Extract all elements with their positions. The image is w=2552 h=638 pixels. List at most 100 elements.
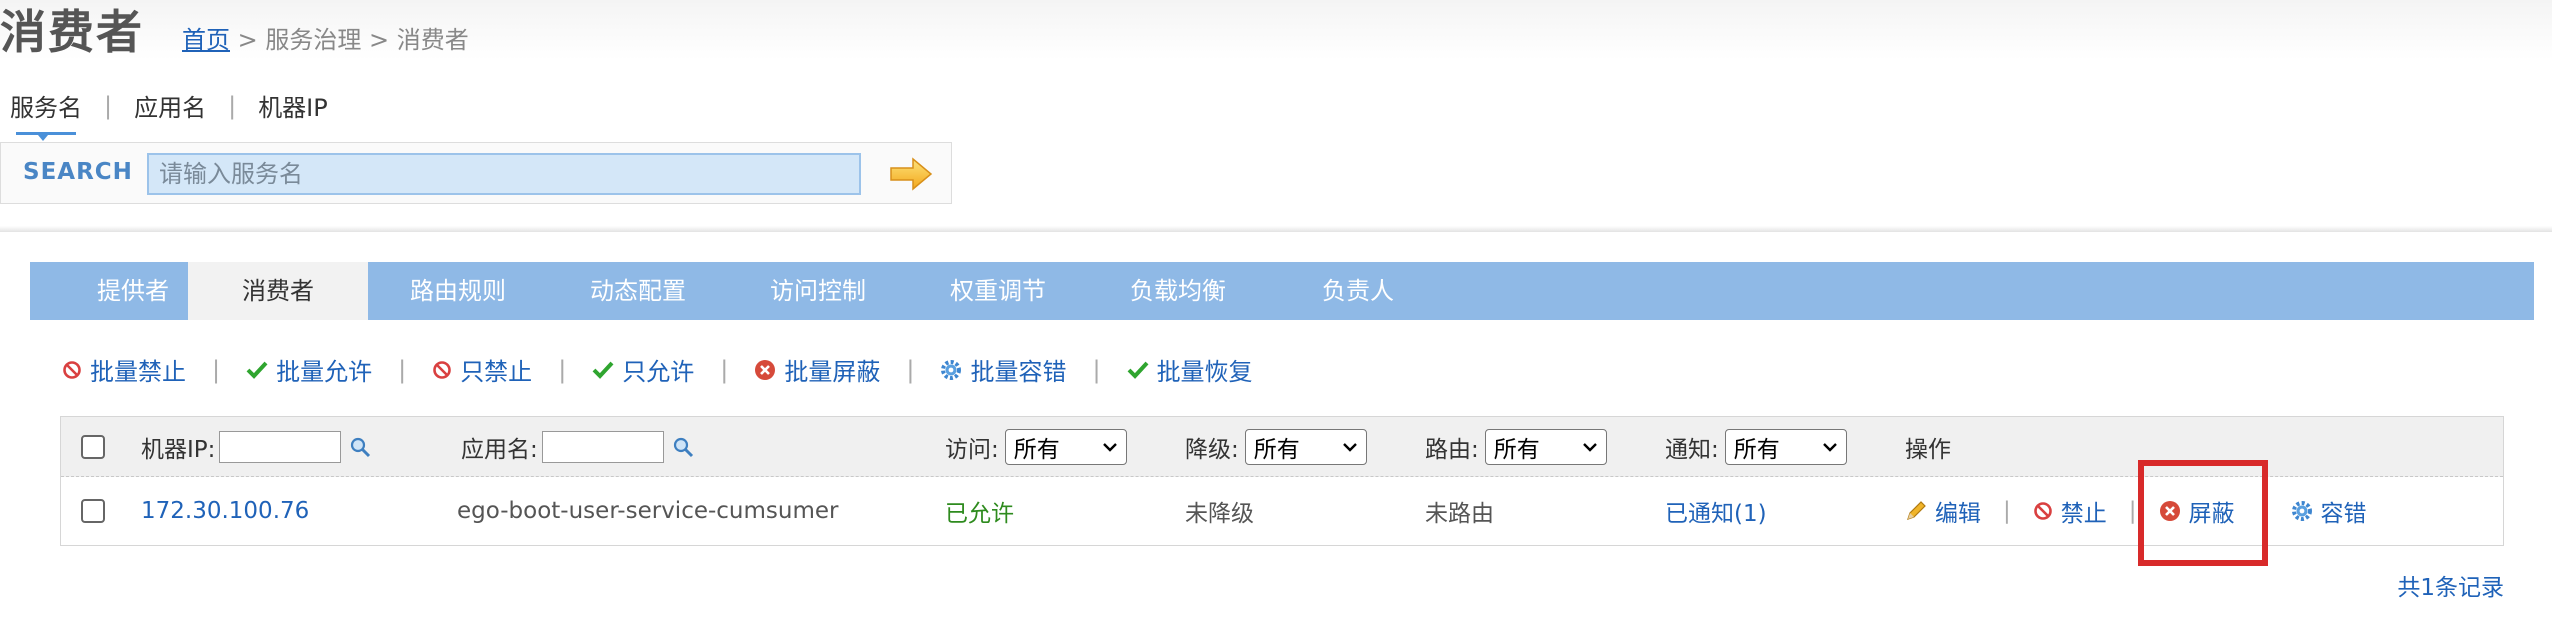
batch-recover-button[interactable]: 批量恢复 bbox=[1127, 352, 1253, 387]
page-title: 消费者 bbox=[0, 5, 144, 59]
edit-label: 编辑 bbox=[1935, 501, 1981, 527]
notify-link[interactable]: 已通知(1) bbox=[1665, 494, 1767, 528]
batch-allow-button[interactable]: 批量允许 bbox=[246, 352, 372, 387]
forbid-icon bbox=[62, 360, 82, 380]
tab-owners[interactable]: 负责人 bbox=[1268, 262, 1448, 320]
governance-tab-bar: 提供者 消费者 路由规则 动态配置 访问控制 权重调节 负载均衡 负责人 bbox=[30, 262, 2534, 320]
breadcrumb-path: > 服务治理 > 消费者 bbox=[230, 26, 469, 54]
app-filter-cell: 应用名: bbox=[461, 417, 694, 476]
ops-divider: | bbox=[2128, 498, 2137, 524]
ops-header-cell: 操作 bbox=[1905, 417, 1951, 476]
toolbar-divider: | bbox=[720, 355, 729, 384]
row-ops-cell: 编辑 | 禁止 | 屏蔽 容错 bbox=[1905, 477, 2367, 545]
access-filter-value: 所有 bbox=[1013, 436, 1060, 463]
search-type-tabs: 服务名 | 应用名 | 机器IP bbox=[10, 88, 328, 141]
ip-filter-cell: 机器IP: bbox=[141, 417, 371, 476]
consumer-panel: 提供者 消费者 路由规则 动态配置 访问控制 权重调节 负载均衡 负责人 批量禁… bbox=[30, 262, 2534, 626]
row-degrade-cell: 未降级 bbox=[1185, 477, 1254, 545]
shield-button[interactable]: 屏蔽 bbox=[2159, 494, 2235, 528]
table-header: 机器IP: 应用名: 访问: 所有 降级: 所有 路由: 所有 通知: 所有 操… bbox=[61, 417, 2503, 477]
access-filter-select[interactable]: 所有 bbox=[1004, 428, 1127, 465]
row-access-cell: 已允许 bbox=[945, 477, 1014, 545]
consumer-content: 批量禁止 | 批量允许 | 只禁止 | 只允许 | 批量屏蔽 | 批量容错 | … bbox=[30, 320, 2534, 626]
check-icon bbox=[592, 360, 614, 380]
gear-icon bbox=[940, 359, 962, 381]
app-filter-input[interactable] bbox=[541, 430, 664, 463]
only-allow-label: 只允许 bbox=[622, 358, 695, 386]
degrade-filter-cell: 降级: 所有 bbox=[1185, 417, 1367, 476]
tolerate-label: 容错 bbox=[2320, 501, 2367, 527]
forbid-label: 禁止 bbox=[2060, 501, 2107, 527]
row-route-cell: 未路由 bbox=[1425, 477, 1494, 545]
route-header-label: 路由: bbox=[1425, 436, 1479, 463]
ops-divider: | bbox=[2003, 498, 2011, 524]
notify-filter-value: 所有 bbox=[1733, 436, 1780, 463]
search-icon[interactable] bbox=[672, 436, 694, 458]
toolbar-divider: | bbox=[398, 355, 407, 384]
notify-filter-cell: 通知: 所有 bbox=[1665, 417, 1847, 476]
row-select-cell bbox=[81, 477, 105, 545]
only-forbid-label: 只禁止 bbox=[460, 358, 533, 386]
only-allow-button[interactable]: 只允许 bbox=[592, 352, 694, 387]
degrade-filter-select[interactable]: 所有 bbox=[1244, 428, 1367, 465]
ops-header-label: 操作 bbox=[1905, 436, 1951, 463]
pencil-icon bbox=[1905, 500, 1927, 522]
degrade-header-label: 降级: bbox=[1185, 436, 1239, 463]
check-icon bbox=[1127, 360, 1149, 380]
chevron-down-icon bbox=[1582, 442, 1597, 452]
search-tab-service[interactable]: 服务名 bbox=[10, 88, 82, 141]
tab-dynamic-config[interactable]: 动态配置 bbox=[548, 262, 728, 320]
breadcrumb-home-link[interactable]: 首页 bbox=[182, 26, 230, 54]
batch-forbid-button[interactable]: 批量禁止 bbox=[62, 352, 186, 387]
edit-button[interactable]: 编辑 bbox=[1905, 494, 1981, 528]
total-records: 共1条记录 bbox=[2397, 575, 2504, 601]
toolbar-divider: | bbox=[558, 355, 567, 384]
ip-link[interactable]: 172.30.100.76 bbox=[141, 498, 309, 524]
search-box: SEARCH bbox=[0, 142, 952, 204]
consumer-table: 机器IP: 应用名: 访问: 所有 降级: 所有 路由: 所有 通知: 所有 操… bbox=[60, 416, 2504, 546]
tab-providers[interactable]: 提供者 bbox=[78, 262, 188, 320]
batch-toolbar: 批量禁止 | 批量允许 | 只禁止 | 只允许 | 批量屏蔽 | 批量容错 | … bbox=[62, 352, 1253, 387]
chevron-down-icon bbox=[1342, 442, 1357, 452]
check-icon bbox=[246, 360, 268, 380]
tab-divider: | bbox=[104, 91, 113, 120]
header-area: 消费者 首页 > 服务治理 > 消费者 服务名 | 应用名 | 机器IP SEA… bbox=[0, 0, 2552, 232]
chevron-down-icon bbox=[1102, 442, 1117, 452]
batch-tolerate-label: 批量容错 bbox=[970, 358, 1067, 386]
batch-tolerate-button[interactable]: 批量容错 bbox=[940, 352, 1066, 387]
select-all-cell bbox=[81, 417, 105, 476]
search-input[interactable] bbox=[147, 153, 861, 195]
route-filter-select[interactable]: 所有 bbox=[1484, 428, 1607, 465]
select-all-checkbox[interactable] bbox=[81, 434, 105, 459]
search-tab-ip[interactable]: 机器IP bbox=[258, 88, 328, 123]
batch-allow-label: 批量允许 bbox=[276, 358, 373, 386]
forbid-button[interactable]: 禁止 bbox=[2033, 494, 2107, 528]
tab-weight[interactable]: 权重调节 bbox=[908, 262, 1088, 320]
forbid-icon bbox=[2033, 501, 2053, 521]
search-icon[interactable] bbox=[349, 436, 371, 458]
tab-access-control[interactable]: 访问控制 bbox=[728, 262, 908, 320]
access-filter-cell: 访问: 所有 bbox=[945, 417, 1127, 476]
row-checkbox[interactable] bbox=[81, 499, 105, 523]
ip-filter-input[interactable] bbox=[219, 430, 342, 463]
only-forbid-button[interactable]: 只禁止 bbox=[432, 352, 532, 387]
row-ip-cell: 172.30.100.76 bbox=[141, 477, 309, 545]
batch-shield-button[interactable]: 批量屏蔽 bbox=[754, 352, 880, 387]
toolbar-divider: | bbox=[906, 355, 915, 384]
shield-label: 屏蔽 bbox=[2188, 501, 2235, 527]
batch-recover-label: 批量恢复 bbox=[1156, 358, 1253, 386]
search-go-arrow-icon[interactable] bbox=[889, 156, 933, 192]
search-tab-app[interactable]: 应用名 bbox=[134, 88, 206, 123]
ip-header-label: 机器IP: bbox=[141, 436, 216, 463]
degrade-filter-value: 所有 bbox=[1253, 436, 1300, 463]
tab-consumers[interactable]: 消费者 bbox=[188, 262, 368, 320]
tab-load-balance[interactable]: 负载均衡 bbox=[1088, 262, 1268, 320]
tab-route-rules[interactable]: 路由规则 bbox=[368, 262, 548, 320]
app-name: ego-boot-user-service-cumsumer bbox=[457, 498, 839, 524]
route-filter-value: 所有 bbox=[1493, 436, 1540, 463]
tab-divider: | bbox=[228, 91, 237, 120]
notify-filter-select[interactable]: 所有 bbox=[1724, 428, 1847, 465]
tolerate-button[interactable]: 容错 bbox=[2291, 494, 2367, 528]
chevron-down-icon bbox=[1822, 442, 1837, 452]
close-circle-icon bbox=[2159, 500, 2181, 522]
